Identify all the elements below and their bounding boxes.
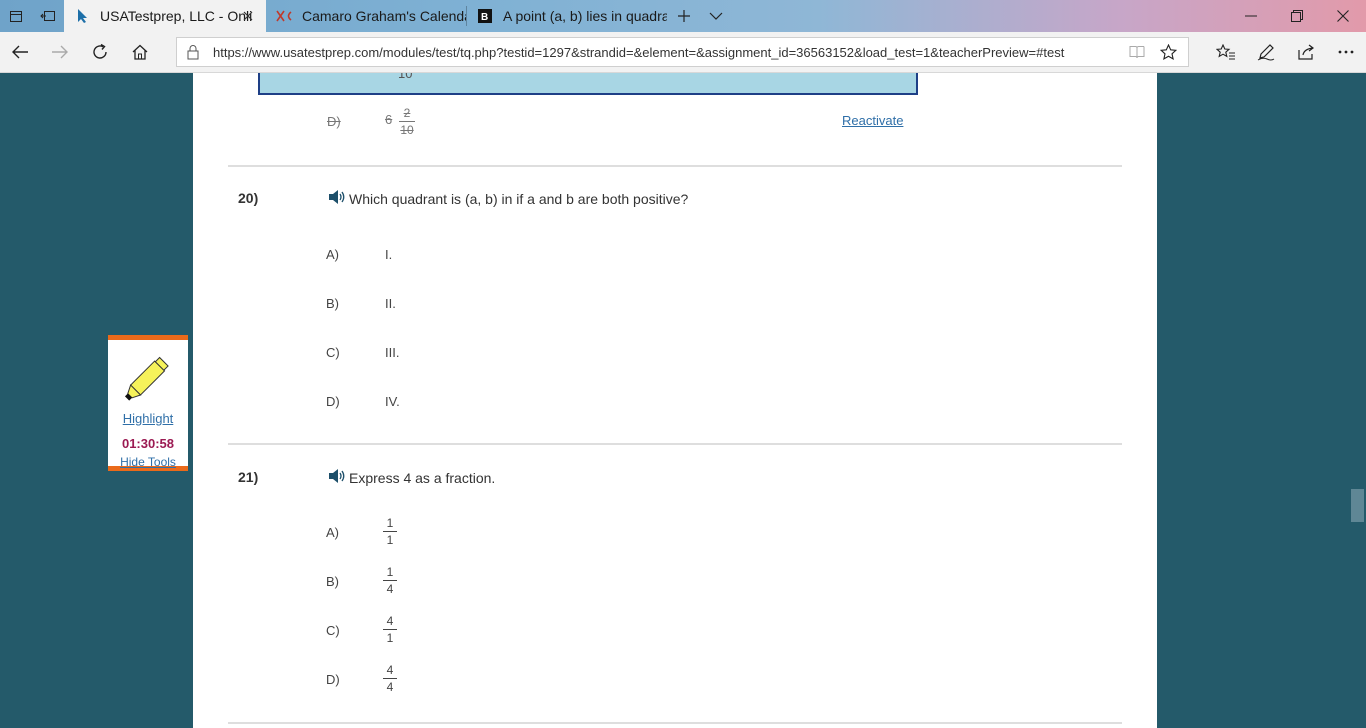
test-timer: 01:30:58: [121, 436, 175, 451]
option-letter[interactable]: D): [326, 394, 340, 409]
tab-title: Camaro Graham's Calendar: [302, 8, 466, 24]
cursor-arrow-icon: [74, 8, 90, 24]
denominator: 4: [386, 680, 394, 694]
close-tab-icon[interactable]: [240, 8, 256, 24]
question-divider: [228, 722, 1122, 724]
denominator: 4: [386, 582, 394, 596]
answer-option-c-fraction[interactable]: 4 1: [383, 614, 397, 645]
test-content-area: C) 6 10 D) 6 2 10 Reactivate 20) Which q…: [193, 73, 1157, 728]
answer-option-b[interactable]: II.: [385, 296, 396, 311]
tab-title: A point (a, b) lies in quadrar: [503, 8, 667, 24]
question-divider: [228, 443, 1122, 445]
pen-notes-icon[interactable]: [1246, 32, 1286, 72]
option-letter[interactable]: A): [326, 247, 339, 262]
tab-actions-icon[interactable]: [0, 0, 32, 32]
reactivate-link[interactable]: Reactivate: [842, 113, 903, 128]
option-letter[interactable]: B): [326, 574, 339, 589]
highlight-link[interactable]: Highlight: [108, 411, 188, 426]
refresh-icon[interactable]: [80, 32, 120, 72]
denominator: 1: [386, 631, 394, 645]
browser-toolbar: https://www.usatestprep.com/modules/test…: [0, 32, 1366, 73]
browser-title-bar: USATestprep, LLC - Onli Camaro Graham's …: [0, 0, 1366, 32]
more-menu-icon[interactable]: [1326, 32, 1366, 72]
option-letter: D): [327, 114, 341, 129]
previous-selected-option-c[interactable]: C) 6 10: [258, 73, 918, 95]
option-letter[interactable]: C): [326, 623, 340, 638]
option-letter[interactable]: C): [326, 345, 340, 360]
question-text: Which quadrant is (a, b) in if a and b a…: [349, 191, 689, 207]
tab-preview-chevron-icon[interactable]: [700, 0, 732, 32]
eliminated-option-d-fraction: 2 10: [399, 106, 415, 137]
address-bar[interactable]: https://www.usatestprep.com/modules/test…: [176, 37, 1189, 67]
answer-option-b-fraction[interactable]: 1 4: [383, 565, 397, 596]
question-number: 20): [238, 190, 259, 206]
b-logo-icon: B: [477, 8, 493, 24]
numerator: 1: [386, 565, 394, 579]
set-tabs-aside-icon[interactable]: [32, 0, 64, 32]
new-tab-icon[interactable]: [668, 0, 700, 32]
question-number: 21): [238, 469, 259, 485]
restore-icon[interactable]: [1274, 0, 1320, 32]
lock-icon: [187, 44, 199, 65]
minimize-icon[interactable]: [1228, 0, 1274, 32]
option-whole: 6: [385, 112, 393, 127]
question-text: Express 4 as a fraction.: [349, 470, 496, 486]
answer-option-c[interactable]: III.: [385, 345, 399, 360]
answer-option-d-fraction[interactable]: 4 4: [383, 663, 397, 694]
close-window-icon[interactable]: [1320, 0, 1366, 32]
forward-arrow-icon[interactable]: [40, 32, 80, 72]
reading-view-icon[interactable]: [1129, 45, 1145, 64]
denominator: 10: [400, 123, 414, 137]
tab-quadrant-question[interactable]: B A point (a, b) lies in quadrar: [467, 0, 667, 32]
svg-text:B: B: [481, 12, 488, 23]
option-letter[interactable]: D): [326, 672, 340, 687]
favorite-star-icon[interactable]: [1159, 43, 1178, 65]
speaker-icon[interactable]: [328, 189, 346, 205]
highlighter-icon[interactable]: [121, 352, 177, 409]
crossed-c-icon: [276, 8, 292, 24]
tab-usatestprep[interactable]: USATestprep, LLC - Onli: [64, 0, 266, 32]
favorites-hub-icon[interactable]: [1206, 32, 1246, 72]
question-divider: [228, 165, 1122, 167]
url-text: https://www.usatestprep.com/modules/test…: [213, 45, 1065, 60]
numerator: 2: [403, 106, 411, 120]
tab-calendar[interactable]: Camaro Graham's Calendar: [266, 0, 466, 32]
answer-option-a-fraction[interactable]: 1 1: [383, 516, 397, 547]
option-denominator: 10: [398, 73, 413, 81]
answer-option-a[interactable]: I.: [385, 247, 392, 262]
numerator: 1: [386, 516, 394, 530]
scrollbar-thumb[interactable]: [1351, 489, 1364, 522]
option-letter[interactable]: A): [326, 525, 339, 540]
home-icon[interactable]: [120, 32, 160, 72]
hide-tools-link[interactable]: Hide Tools: [108, 455, 188, 469]
tab-title: USATestprep, LLC - Onli: [100, 8, 253, 24]
back-arrow-icon[interactable]: [0, 32, 40, 72]
denominator: 1: [386, 533, 394, 547]
test-tools-panel: Highlight 01:30:58 Hide Tools: [108, 335, 188, 471]
numerator: 4: [386, 663, 394, 677]
speaker-icon[interactable]: [328, 468, 346, 484]
option-letter[interactable]: B): [326, 296, 339, 311]
numerator: 4: [386, 614, 394, 628]
page-scrollbar[interactable]: [1349, 73, 1366, 728]
answer-option-d[interactable]: IV.: [385, 394, 400, 409]
share-icon[interactable]: [1286, 32, 1326, 72]
